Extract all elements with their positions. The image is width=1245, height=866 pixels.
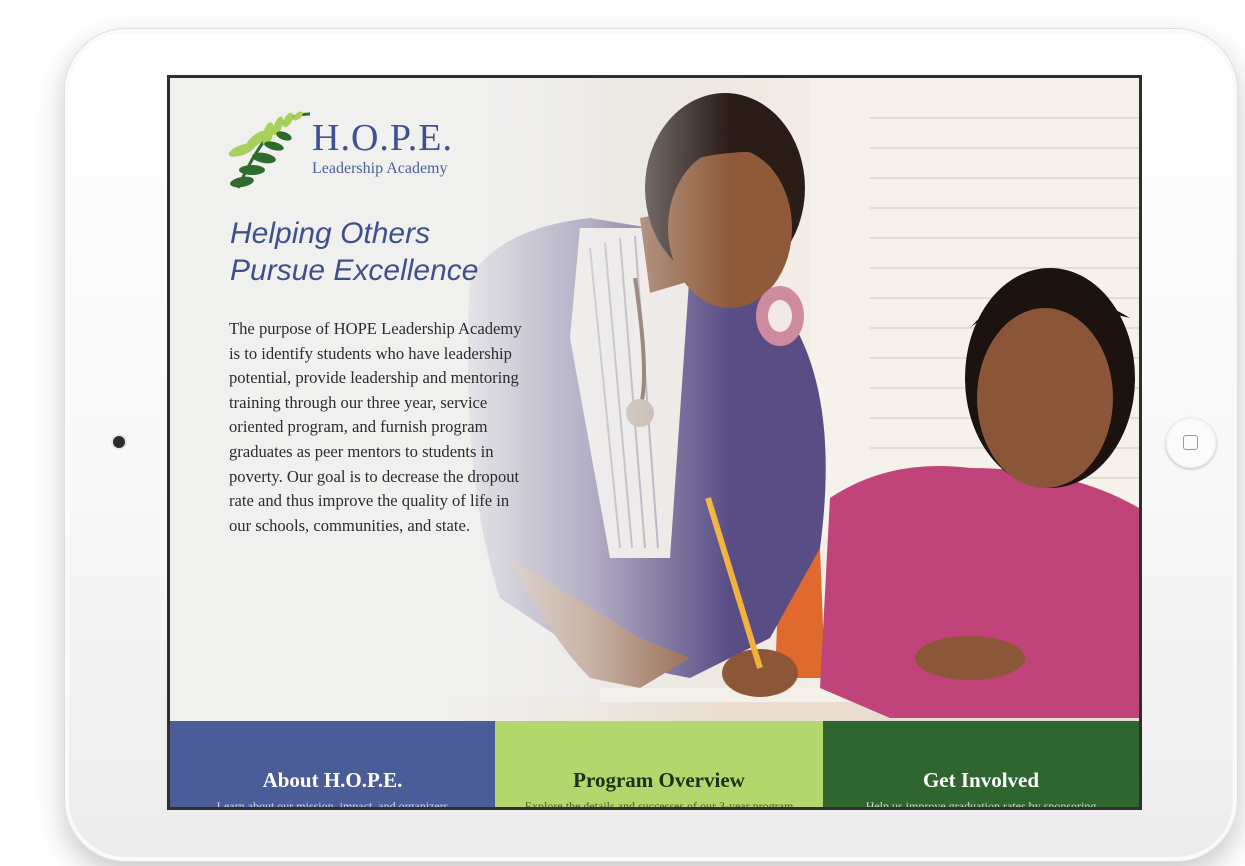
hero-headline: Helping Others Pursue Excellence xyxy=(230,215,478,289)
tile-program-overview[interactable]: Program Overview Explore the details and… xyxy=(495,721,823,810)
tile-get-involved[interactable]: Get Involved Help us improve graduation … xyxy=(823,721,1139,810)
hero-section: H.O.P.E. Leadership Academy Helping Othe… xyxy=(170,78,1139,721)
tile-about-hope[interactable]: About H.O.P.E. Learn about our mission, … xyxy=(170,721,495,810)
logo-name: H.O.P.E. xyxy=(312,117,454,159)
tile-title: About H.O.P.E. xyxy=(262,768,403,792)
tile-title: Get Involved xyxy=(922,768,1040,792)
fern-leaf-icon xyxy=(228,111,311,189)
nav-tiles: About H.O.P.E. Learn about our mission, … xyxy=(170,721,1139,810)
tile-description: Help us improve graduation rates by spon… xyxy=(865,799,1097,810)
purpose-text: The purpose of HOPE Leadership Academy i… xyxy=(229,319,522,535)
home-button-icon xyxy=(1183,435,1198,450)
tablet-screen: H.O.P.E. Leadership Academy Helping Othe… xyxy=(167,75,1142,810)
logo-subtitle: Leadership Academy xyxy=(312,160,448,177)
tile-title: Program Overview xyxy=(573,768,745,792)
front-camera-icon xyxy=(113,436,125,448)
tile-description: Explore the details and successes of our… xyxy=(524,799,794,810)
site-logo[interactable]: H.O.P.E. Leadership Academy xyxy=(228,108,478,198)
home-button[interactable] xyxy=(1166,418,1216,468)
hero-headline-line-1: Helping Others xyxy=(230,217,431,250)
tile-description: Learn about our mission, impact, and org… xyxy=(216,799,449,810)
hero-headline-line-2: Pursue Excellence xyxy=(230,254,479,287)
